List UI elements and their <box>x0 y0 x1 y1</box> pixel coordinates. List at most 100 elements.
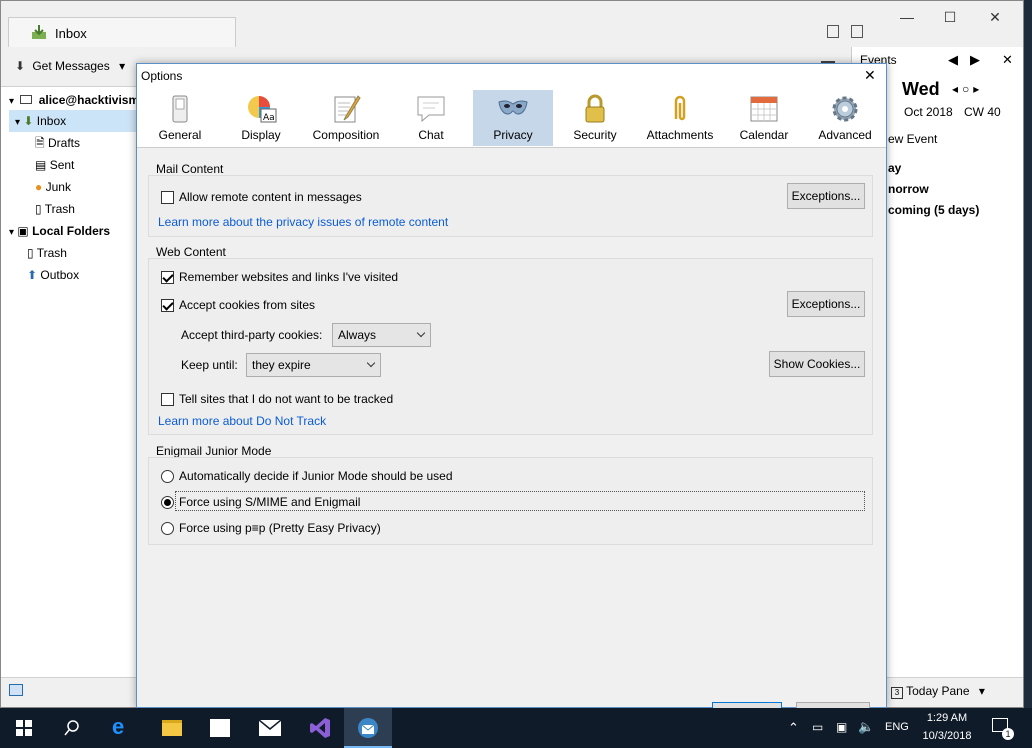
file-explorer-button[interactable] <box>148 708 196 748</box>
remember-websites-label[interactable]: Remember websites and links I've visited <box>179 270 398 284</box>
pane-label: Chat <box>418 128 444 142</box>
folder-sent[interactable]: ▤ Sent <box>35 154 74 176</box>
trash-icon: ▯ <box>35 202 42 216</box>
folder-junk[interactable]: ● Junk <box>35 176 71 198</box>
force-smime-radio[interactable] <box>161 496 174 509</box>
pane-composition[interactable]: Composition <box>305 90 387 146</box>
folder-label: Sent <box>49 158 75 172</box>
dnt-label[interactable]: Tell sites that I do not want to be trac… <box>179 392 393 406</box>
allow-remote-label[interactable]: Allow remote content in messages <box>179 190 362 204</box>
pane-security[interactable]: Security <box>557 90 633 146</box>
edge-button[interactable]: e <box>98 708 146 748</box>
pane-general[interactable]: General <box>141 90 219 146</box>
new-event-button[interactable]: ew Event <box>888 132 937 146</box>
remote-content-learn-more-link[interactable]: Learn more about the privacy issues of r… <box>158 215 448 229</box>
folder-drafts[interactable]: 🗎 Drafts <box>35 132 80 154</box>
get-messages-button[interactable]: ⬇ Get Messages ▾ <box>15 59 125 73</box>
force-pep-radio[interactable] <box>161 522 174 535</box>
prev-arrow-icon[interactable]: ◀ <box>948 52 958 68</box>
tray-volume-icon[interactable]: 🔈 <box>858 719 874 735</box>
inbox-icon: ⬇ <box>23 114 34 128</box>
chevron-down-icon[interactable]: ▾ <box>119 59 125 73</box>
force-pep-label[interactable]: Force using p≡p (Pretty Easy Privacy) <box>179 521 381 535</box>
tray-time[interactable]: 1:29 AM <box>925 712 969 724</box>
today-pane-toggle[interactable]: 3 Today Pane ▾ <box>891 684 985 699</box>
tray-chevron-up-icon[interactable]: ⌃ <box>788 720 799 736</box>
folder-local-trash[interactable]: ▯ Trash <box>27 242 67 264</box>
thunderbird-button[interactable] <box>344 708 392 748</box>
chat-bubble-icon <box>417 96 445 123</box>
keep-until-value: they expire <box>252 358 311 372</box>
tray-language[interactable]: ENG <box>885 721 909 733</box>
day-nav-icons[interactable]: ◂○▸ <box>952 82 983 96</box>
tasks-tab-icon[interactable] <box>851 25 863 38</box>
folder-outbox[interactable]: ⬆ Outbox <box>27 264 79 286</box>
folder-label: Trash <box>36 246 67 260</box>
search-icon <box>64 720 79 736</box>
close-icon[interactable]: ✕ <box>1002 52 1013 68</box>
pane-label: Security <box>573 128 617 142</box>
cookie-exceptions-button[interactable]: Exceptions... <box>787 291 865 317</box>
advanced-gear-icon <box>832 96 858 122</box>
sent-icon: ▤ <box>35 158 47 172</box>
dialog-close-button[interactable]: ✕ <box>864 67 876 84</box>
junk-icon: ● <box>35 180 43 194</box>
maximize-button[interactable]: ☐ <box>940 9 960 25</box>
force-smime-label[interactable]: Force using S/MIME and Enigmail <box>179 495 360 509</box>
junior-auto-label[interactable]: Automatically decide if Junior Mode shou… <box>179 469 453 483</box>
dnt-learn-more-link[interactable]: Learn more about Do Not Track <box>158 414 326 428</box>
pane-chat[interactable]: Chat <box>393 90 469 146</box>
accept-cookies-label[interactable]: Accept cookies from sites <box>179 298 315 312</box>
pane-calendar[interactable]: Calendar <box>727 90 801 146</box>
third-party-select[interactable]: Always <box>332 323 431 347</box>
third-party-value: Always <box>338 328 377 342</box>
mail-app-button[interactable] <box>246 708 294 748</box>
tab-inbox[interactable]: Inbox <box>8 17 236 47</box>
remember-websites-checkbox[interactable] <box>161 271 174 284</box>
web-content-group: Remember websites and links I've visited… <box>148 258 873 435</box>
enigmail-caption: Enigmail Junior Mode <box>156 444 272 458</box>
pane-privacy[interactable]: Privacy <box>473 90 553 146</box>
junior-auto-radio[interactable] <box>161 470 174 483</box>
dnt-checkbox[interactable] <box>161 393 174 406</box>
keep-until-select[interactable]: they expire <box>246 353 381 377</box>
calendar-tab-icon[interactable] <box>827 25 839 38</box>
visual-studio-button[interactable] <box>296 708 344 748</box>
show-cookies-button[interactable]: Show Cookies... <box>769 351 865 377</box>
chevron-down-icon <box>416 328 426 338</box>
edge-icon: e <box>112 714 125 739</box>
folder-trash[interactable]: ▯ Trash <box>35 198 75 220</box>
web-content-caption: Web Content <box>156 245 226 259</box>
tray-network-icon[interactable]: ▣ <box>836 720 847 734</box>
folder-label: Junk <box>45 180 71 194</box>
upcoming-section[interactable]: coming (5 days) <box>888 203 979 217</box>
start-button[interactable] <box>0 708 48 748</box>
local-folders-item[interactable]: ▾ ▣ Local Folders <box>9 220 110 242</box>
minimize-button[interactable]: — <box>897 9 917 25</box>
folder-inbox[interactable]: ▾ ⬇ Inbox <box>9 110 141 132</box>
folder-label: Outbox <box>40 268 80 282</box>
today-section[interactable]: ay <box>888 161 901 175</box>
allow-remote-checkbox[interactable] <box>161 191 174 204</box>
store-button[interactable] <box>196 708 244 748</box>
dialog-title: Options <box>141 69 183 83</box>
pane-display[interactable]: Aa Display <box>223 90 299 146</box>
online-status-icon[interactable] <box>9 684 23 696</box>
tray-date[interactable]: 10/3/2018 <box>920 730 974 742</box>
attachments-paperclip-icon <box>674 95 686 121</box>
accept-cookies-checkbox[interactable] <box>161 299 174 312</box>
account-item[interactable]: ▾ alice@hacktivism. <box>9 89 142 111</box>
pane-attachments[interactable]: Attachments <box>637 90 723 146</box>
close-button[interactable]: ✕ <box>985 9 1005 25</box>
pane-label: Privacy <box>493 128 533 142</box>
remote-exceptions-button[interactable]: Exceptions... <box>787 183 865 209</box>
search-button[interactable] <box>48 708 96 748</box>
composition-pencil-icon <box>334 95 361 123</box>
pane-advanced[interactable]: Advanced <box>805 90 885 146</box>
tomorrow-section[interactable]: norrow <box>888 182 929 196</box>
computer-icon: ▣ <box>17 224 29 238</box>
next-arrow-icon[interactable]: ▶ <box>970 52 980 68</box>
tray-battery-icon[interactable]: ▭ <box>812 720 823 734</box>
enigmail-group: Automatically decide if Junior Mode shou… <box>148 457 873 545</box>
trash-icon: ▯ <box>27 246 34 260</box>
